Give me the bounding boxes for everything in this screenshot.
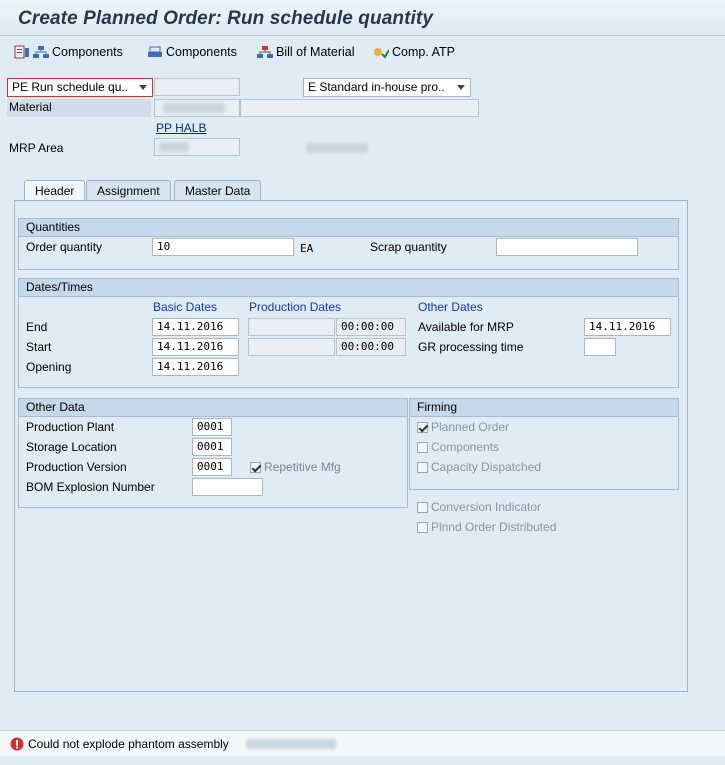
material-number-field [154, 99, 240, 117]
page-title: Create Planned Order: Run schedule quant… [18, 8, 433, 29]
status-bar: Could not explode phantom assembly [0, 730, 725, 756]
storage-location-label: Storage Location [26, 440, 117, 454]
components-firming-checkbox[interactable]: Components [417, 440, 499, 454]
order-type-value: PE Run schedule qu.. [12, 80, 129, 94]
chevron-down-icon [139, 85, 147, 90]
tab-master-data-label: Master Data [185, 184, 251, 198]
procurement-type-value: E Standard in-house pro.. [308, 80, 445, 94]
order-quantity-input[interactable]: 10 [152, 238, 294, 256]
other-data-heading: Other Data [19, 399, 407, 417]
redacted-mrp-area-description [306, 143, 368, 153]
checkbox-checked-icon [417, 421, 428, 433]
tab-assignment[interactable]: Assignment [86, 180, 171, 201]
start-label: Start [26, 340, 52, 354]
error-icon [10, 737, 24, 751]
dates-times-heading: Dates/Times [19, 279, 678, 297]
redacted-assembly-id [246, 739, 336, 749]
end-production-date-field [248, 318, 335, 336]
other-dates-heading: Other Dates [418, 300, 483, 314]
opening-basic-date-input[interactable]: 14.11.2016 [152, 358, 239, 376]
redacted-material-number [163, 103, 225, 113]
checkbox-checked-icon [250, 461, 261, 473]
gr-processing-time-label: GR processing time [418, 340, 524, 354]
bom-tree-icon [257, 46, 273, 58]
components-label-1: Components [52, 45, 123, 59]
plnnd-order-distributed-checkbox[interactable]: Plnnd Order Distributed [417, 520, 556, 534]
repetitive-mfg-label: Repetitive Mfg [264, 460, 341, 474]
repetitive-mfg-checkbox[interactable]: Repetitive Mfg [250, 460, 341, 474]
opening-label: Opening [26, 360, 72, 374]
order-type-dropdown[interactable]: PE Run schedule qu.. [7, 78, 153, 97]
bill-of-material-button[interactable]: Bill of Material [257, 42, 355, 62]
checkbox-unchecked-icon [417, 441, 428, 453]
material-description-field [240, 99, 479, 117]
tray-icon [148, 46, 162, 57]
comp-atp-button[interactable]: Comp. ATP [373, 42, 455, 62]
scrap-quantity-label: Scrap quantity [370, 240, 447, 254]
document-components-icon [14, 45, 29, 59]
bill-of-material-label: Bill of Material [276, 45, 355, 59]
end-basic-date-input[interactable]: 14.11.2016 [152, 318, 239, 336]
plnnd-order-distributed-label: Plnnd Order Distributed [431, 520, 557, 534]
title-bar: Create Planned Order: Run schedule quant… [0, 0, 725, 36]
start-production-time-field: 00:00:00 [336, 338, 406, 356]
capacity-dispatched-checkbox[interactable]: Capacity Dispatched [417, 460, 541, 474]
production-dates-heading: Production Dates [249, 300, 342, 314]
bom-explosion-number-label: BOM Explosion Number [26, 480, 155, 494]
start-production-date-field [248, 338, 335, 356]
order-quantity-label: Order quantity [26, 240, 103, 254]
chevron-down-icon [457, 85, 465, 90]
planned-order-label: Planned Order [431, 420, 510, 434]
tab-assignment-label: Assignment [97, 184, 160, 198]
scrap-quantity-input[interactable] [496, 238, 638, 256]
planned-order-checkbox[interactable]: Planned Order [417, 420, 509, 434]
redacted-mrp-area [159, 142, 189, 152]
bom-explosion-number-input[interactable] [192, 478, 263, 496]
production-plant-input[interactable]: 0001 [192, 418, 232, 436]
basic-dates-heading: Basic Dates [153, 300, 218, 314]
components-firming-label: Components [431, 440, 500, 454]
components-button-2[interactable]: Components [147, 42, 237, 62]
components-label-2: Components [166, 45, 237, 59]
tab-header-label: Header [35, 184, 75, 198]
firming-heading: Firming [410, 399, 678, 417]
material-label: Material [7, 99, 151, 117]
tab-master-data[interactable]: Master Data [174, 180, 262, 201]
atp-check-icon [374, 48, 389, 59]
production-version-label: Production Version [26, 460, 127, 474]
components-button-1[interactable]: Components [14, 42, 123, 62]
tab-header[interactable]: Header [24, 180, 86, 202]
available-for-mrp-input[interactable]: 14.11.2016 [584, 318, 671, 336]
checkbox-unchecked-icon [417, 461, 428, 473]
comp-atp-label: Comp. ATP [392, 45, 455, 59]
application-toolbar: Components Components Bill of Material C… [0, 38, 725, 66]
capacity-dispatched-label: Capacity Dispatched [431, 460, 542, 474]
order-quantity-unit: EA [300, 242, 314, 255]
procurement-type-dropdown[interactable]: E Standard in-house pro.. [303, 78, 471, 97]
status-message: Could not explode phantom assembly [28, 737, 229, 751]
quantities-heading: Quantities [19, 219, 678, 237]
conversion-indicator-label: Conversion Indicator [431, 500, 542, 514]
production-plant-label: Production Plant [26, 420, 115, 434]
pp-halb-link[interactable]: PP HALB [156, 121, 206, 136]
start-basic-date-input[interactable]: 14.11.2016 [152, 338, 239, 356]
conversion-indicator-checkbox[interactable]: Conversion Indicator [417, 500, 541, 514]
storage-location-input[interactable]: 0001 [192, 438, 232, 456]
mrp-area-label: MRP Area [9, 141, 64, 155]
checkbox-unchecked-icon [417, 521, 428, 533]
mrp-area-field [154, 138, 240, 156]
hierarchy-icon [33, 46, 49, 58]
end-label: End [26, 320, 48, 334]
end-production-time-field: 00:00:00 [336, 318, 406, 336]
gr-processing-time-input[interactable] [584, 338, 616, 356]
checkbox-unchecked-icon [417, 501, 428, 513]
available-for-mrp-label: Available for MRP [418, 320, 514, 334]
order-type-extension-field [154, 78, 240, 96]
production-version-input[interactable]: 0001 [192, 458, 232, 476]
